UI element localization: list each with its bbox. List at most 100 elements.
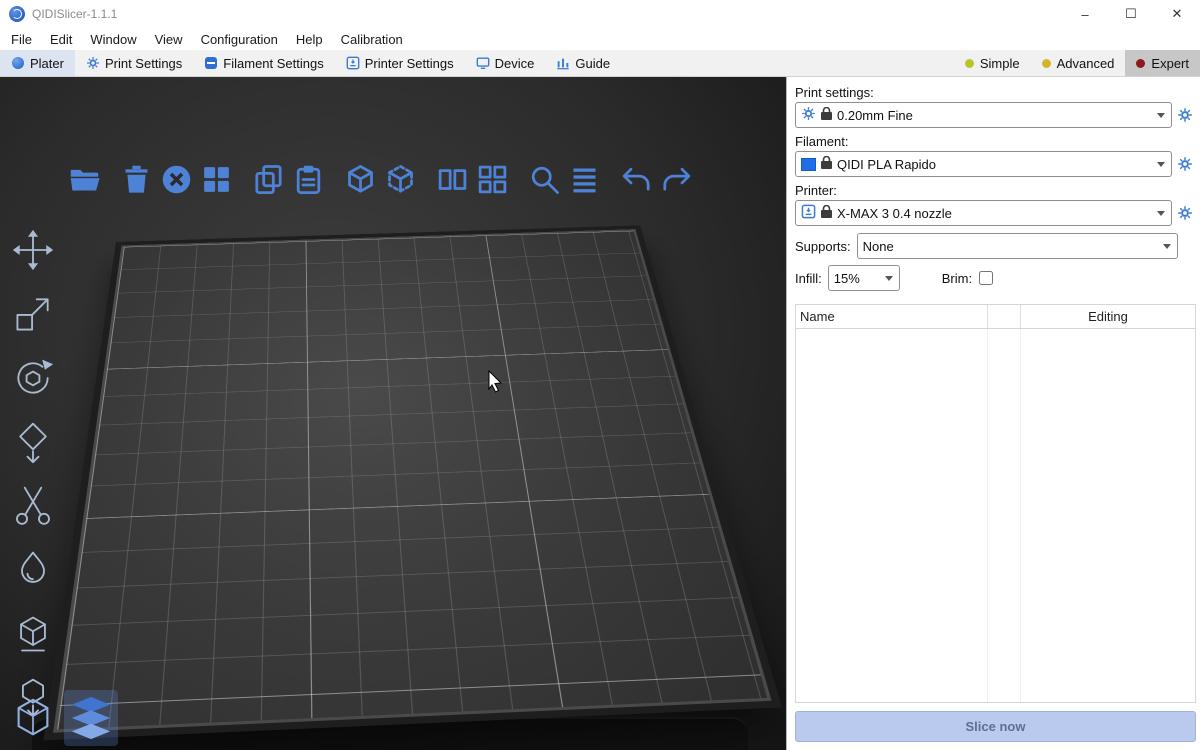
filament-icon bbox=[204, 56, 218, 70]
printer-icon bbox=[801, 204, 816, 222]
supports-select[interactable]: None bbox=[857, 233, 1178, 259]
preview-view-icon[interactable] bbox=[64, 690, 118, 746]
column-editing: Editing bbox=[1020, 305, 1195, 328]
printer-select[interactable]: X-MAX 3 0.4 nozzle bbox=[795, 200, 1172, 226]
print-settings-label: Print settings: bbox=[795, 85, 1196, 100]
close-button[interactable]: ✕ bbox=[1154, 0, 1200, 28]
printer-label: Printer: bbox=[795, 183, 1196, 198]
column-spacer bbox=[987, 305, 1020, 328]
settings-sidebar: Print settings: 0.20mm Fine Filament: bbox=[786, 77, 1200, 750]
undo-icon[interactable] bbox=[616, 159, 656, 199]
plater-toolbar bbox=[64, 159, 696, 199]
menu-configuration[interactable]: Configuration bbox=[192, 30, 287, 49]
guide-icon bbox=[556, 56, 570, 70]
tab-guide[interactable]: Guide bbox=[545, 50, 621, 76]
delete-icon[interactable] bbox=[116, 159, 156, 199]
split-to-parts-icon[interactable] bbox=[472, 159, 512, 199]
search-icon[interactable] bbox=[524, 159, 564, 199]
rotate-tool-icon[interactable] bbox=[6, 353, 60, 403]
filament-value: QIDI PLA Rapido bbox=[837, 157, 1152, 172]
menu-file[interactable]: File bbox=[2, 30, 41, 49]
redo-icon[interactable] bbox=[656, 159, 696, 199]
copy-icon[interactable] bbox=[248, 159, 288, 199]
menu-view[interactable]: View bbox=[146, 30, 192, 49]
app-window: QIDISlicer-1.1.1 – ☐ ✕ File Edit Window … bbox=[0, 0, 1200, 750]
infill-label: Infill: bbox=[795, 271, 822, 286]
seam-painting-tool-icon[interactable] bbox=[6, 545, 60, 595]
filament-gear-button[interactable] bbox=[1174, 156, 1196, 172]
cut-tool-icon[interactable] bbox=[6, 481, 60, 531]
printer-value: X-MAX 3 0.4 nozzle bbox=[837, 206, 1152, 221]
tab-plater[interactable]: Plater bbox=[0, 50, 75, 76]
tab-print-settings[interactable]: Print Settings bbox=[75, 50, 193, 76]
add-instance-icon[interactable] bbox=[340, 159, 380, 199]
device-icon bbox=[476, 56, 490, 70]
3d-editor-view-icon[interactable] bbox=[6, 690, 60, 746]
view-toggle-bar bbox=[6, 690, 118, 746]
open-icon[interactable] bbox=[64, 159, 104, 199]
chevron-down-icon bbox=[885, 276, 893, 281]
menu-bar: File Edit Window View Configuration Help… bbox=[0, 28, 1200, 50]
move-tool-icon[interactable] bbox=[6, 225, 60, 275]
brim-label: Brim: bbox=[942, 271, 972, 286]
infill-select[interactable]: 15% bbox=[828, 265, 900, 291]
lock-icon bbox=[821, 156, 832, 172]
title-bar: QIDISlicer-1.1.1 – ☐ ✕ bbox=[0, 0, 1200, 28]
printer-icon bbox=[346, 56, 360, 70]
app-logo-icon bbox=[9, 6, 25, 22]
menu-help[interactable]: Help bbox=[287, 30, 332, 49]
mode-simple[interactable]: Simple bbox=[954, 50, 1031, 76]
3d-viewport[interactable] bbox=[0, 77, 786, 750]
main-area: Print settings: 0.20mm Fine Filament: bbox=[0, 77, 1200, 750]
mouse-cursor bbox=[487, 370, 505, 399]
arrange-icon[interactable] bbox=[196, 159, 236, 199]
chevron-down-icon bbox=[1157, 211, 1165, 216]
printer-gear-button[interactable] bbox=[1174, 205, 1196, 221]
variable-layer-height-icon[interactable] bbox=[564, 159, 604, 199]
print-settings-gear-button[interactable] bbox=[1174, 107, 1196, 123]
object-list-body bbox=[796, 329, 1195, 702]
tab-printer-settings[interactable]: Printer Settings bbox=[335, 50, 465, 76]
tab-device[interactable]: Device bbox=[465, 50, 546, 76]
filament-label: Filament: bbox=[795, 134, 1196, 149]
lock-icon bbox=[821, 107, 832, 123]
supports-value: None bbox=[863, 239, 1158, 254]
column-name: Name bbox=[796, 309, 987, 324]
tab-filament-settings[interactable]: Filament Settings bbox=[193, 50, 334, 76]
delete-all-icon[interactable] bbox=[156, 159, 196, 199]
infill-value: 15% bbox=[834, 271, 880, 286]
chevron-down-icon bbox=[1157, 162, 1165, 167]
maximize-button[interactable]: ☐ bbox=[1108, 0, 1154, 28]
menu-edit[interactable]: Edit bbox=[41, 30, 81, 49]
tab-bar: Plater Print Settings Filament Settings … bbox=[0, 50, 1200, 77]
brim-checkbox[interactable] bbox=[979, 271, 993, 285]
mode-advanced[interactable]: Advanced bbox=[1031, 50, 1126, 76]
object-list[interactable]: Name Editing bbox=[795, 304, 1196, 703]
advanced-dot-icon bbox=[1042, 59, 1051, 68]
split-to-objects-icon[interactable] bbox=[432, 159, 472, 199]
scale-tool-icon[interactable] bbox=[6, 289, 60, 339]
chevron-down-icon bbox=[1157, 113, 1165, 118]
lock-icon bbox=[821, 205, 832, 221]
simple-dot-icon bbox=[965, 59, 974, 68]
slice-now-button[interactable]: Slice now bbox=[795, 711, 1196, 742]
gizmo-toolbar bbox=[6, 225, 60, 750]
window-title: QIDISlicer-1.1.1 bbox=[32, 7, 117, 21]
expert-dot-icon bbox=[1136, 59, 1145, 68]
minimize-button[interactable]: – bbox=[1062, 0, 1108, 28]
filament-select[interactable]: QIDI PLA Rapido bbox=[795, 151, 1172, 177]
gear-icon bbox=[86, 56, 100, 70]
paste-icon[interactable] bbox=[288, 159, 328, 199]
supports-label: Supports: bbox=[795, 239, 851, 254]
chevron-down-icon bbox=[1163, 244, 1171, 249]
print-settings-value: 0.20mm Fine bbox=[837, 108, 1152, 123]
print-settings-select[interactable]: 0.20mm Fine bbox=[795, 102, 1172, 128]
menu-window[interactable]: Window bbox=[81, 30, 145, 49]
place-on-face-tool-icon[interactable] bbox=[6, 417, 60, 467]
print-bed bbox=[53, 229, 771, 733]
mode-expert[interactable]: Expert bbox=[1125, 50, 1200, 76]
menu-calibration[interactable]: Calibration bbox=[332, 30, 412, 49]
paint-on-supports-tool-icon[interactable] bbox=[6, 609, 60, 659]
remove-instance-icon[interactable] bbox=[380, 159, 420, 199]
plater-icon bbox=[11, 56, 25, 70]
